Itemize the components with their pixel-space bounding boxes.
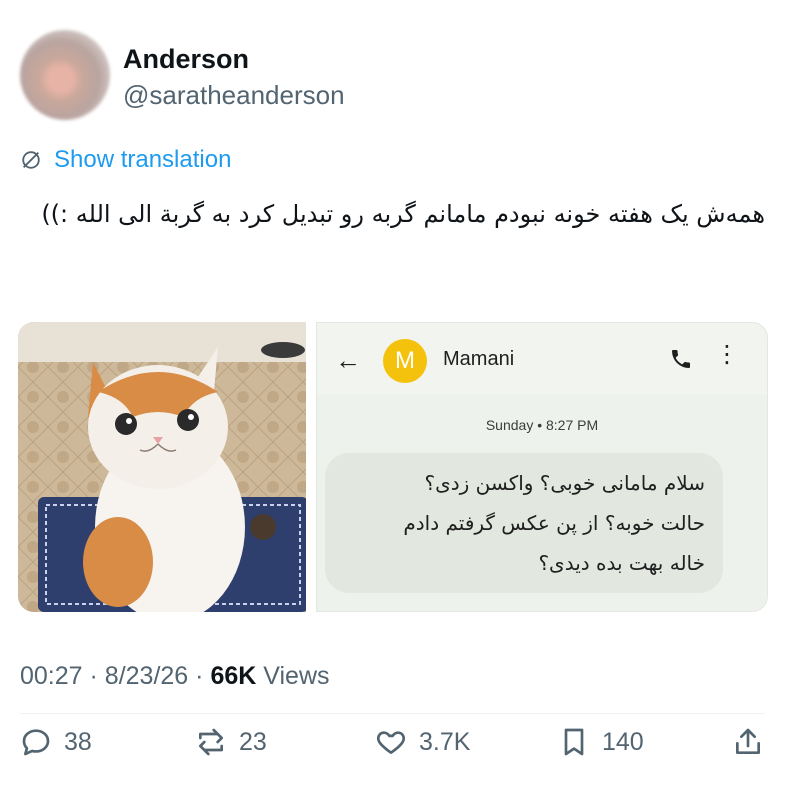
meta-separator: · <box>195 662 204 690</box>
sms-header: ← M Mamani ⋮ <box>317 323 767 393</box>
share-icon <box>736 728 760 754</box>
tweet-text: همه‌ش یک هفته خونه نبودم مامانم گربه رو … <box>41 200 765 228</box>
phone-icon <box>672 350 690 368</box>
views-count: 66K <box>210 662 257 690</box>
author-name[interactable]: Anderson <box>123 44 249 75</box>
translate-icon <box>22 151 40 169</box>
show-translation-link[interactable]: Show translation <box>20 146 231 174</box>
show-translation-label[interactable]: Show translation <box>54 146 231 174</box>
message-line: حالت خوبه؟ از پن عکس گرفتم دادم <box>403 511 705 535</box>
message-bubble: سلام مامانی خوبی؟ واکسن زدی؟ حالت خوبه؟ … <box>325 453 723 593</box>
reply-icon <box>22 729 50 756</box>
back-arrow-icon: ← <box>335 345 361 375</box>
tweet-date[interactable]: 8/23/26 <box>105 662 188 690</box>
message-timestamp: Sunday • 8:27 PM <box>485 417 599 433</box>
tweet-header: Anderson @saratheanderson <box>20 30 760 120</box>
reply-count: 38 <box>64 727 92 756</box>
contact-name: Mamani <box>443 348 515 370</box>
repost-icon <box>199 728 223 756</box>
reply-button[interactable]: 38 <box>20 726 92 758</box>
cat-photo[interactable] <box>18 322 306 612</box>
more-vertical-icon: ⋮ <box>715 341 739 368</box>
tweet-time[interactable]: 00:27 <box>20 662 83 690</box>
sms-screenshot[interactable]: ← M Mamani ⋮ Sunday • 8:27 PM سلام مامان… <box>316 322 768 612</box>
repost-button[interactable]: 23 <box>195 726 267 758</box>
bookmark-icon <box>564 728 584 756</box>
like-icon <box>376 731 406 754</box>
author-handle[interactable]: @saratheanderson <box>123 80 345 111</box>
meta-separator: · <box>89 662 98 690</box>
message-line: خاله بهت بده دیدی؟ <box>538 551 705 575</box>
views-label: Views <box>263 662 330 690</box>
repost-count: 23 <box>239 727 267 756</box>
like-button[interactable]: 3.7K <box>375 726 470 758</box>
contact-avatar: M <box>383 339 427 383</box>
avatar[interactable] <box>20 30 110 120</box>
bookmark-count: 140 <box>602 727 644 756</box>
share-button[interactable] <box>732 726 764 758</box>
message-line: سلام مامانی خوبی؟ واکسن زدی؟ <box>424 471 705 495</box>
media-grid: ← M Mamani ⋮ Sunday • 8:27 PM سلام مامان… <box>18 322 768 614</box>
tweet-meta: 00:27 · 8/23/26 · 66K Views <box>20 662 330 691</box>
like-count: 3.7K <box>419 727 471 756</box>
bookmark-button[interactable]: 140 <box>558 726 644 758</box>
cat-photo-drawing <box>18 322 306 612</box>
divider <box>20 713 765 714</box>
action-bar: 38 23 3.7K 140 <box>20 726 768 770</box>
